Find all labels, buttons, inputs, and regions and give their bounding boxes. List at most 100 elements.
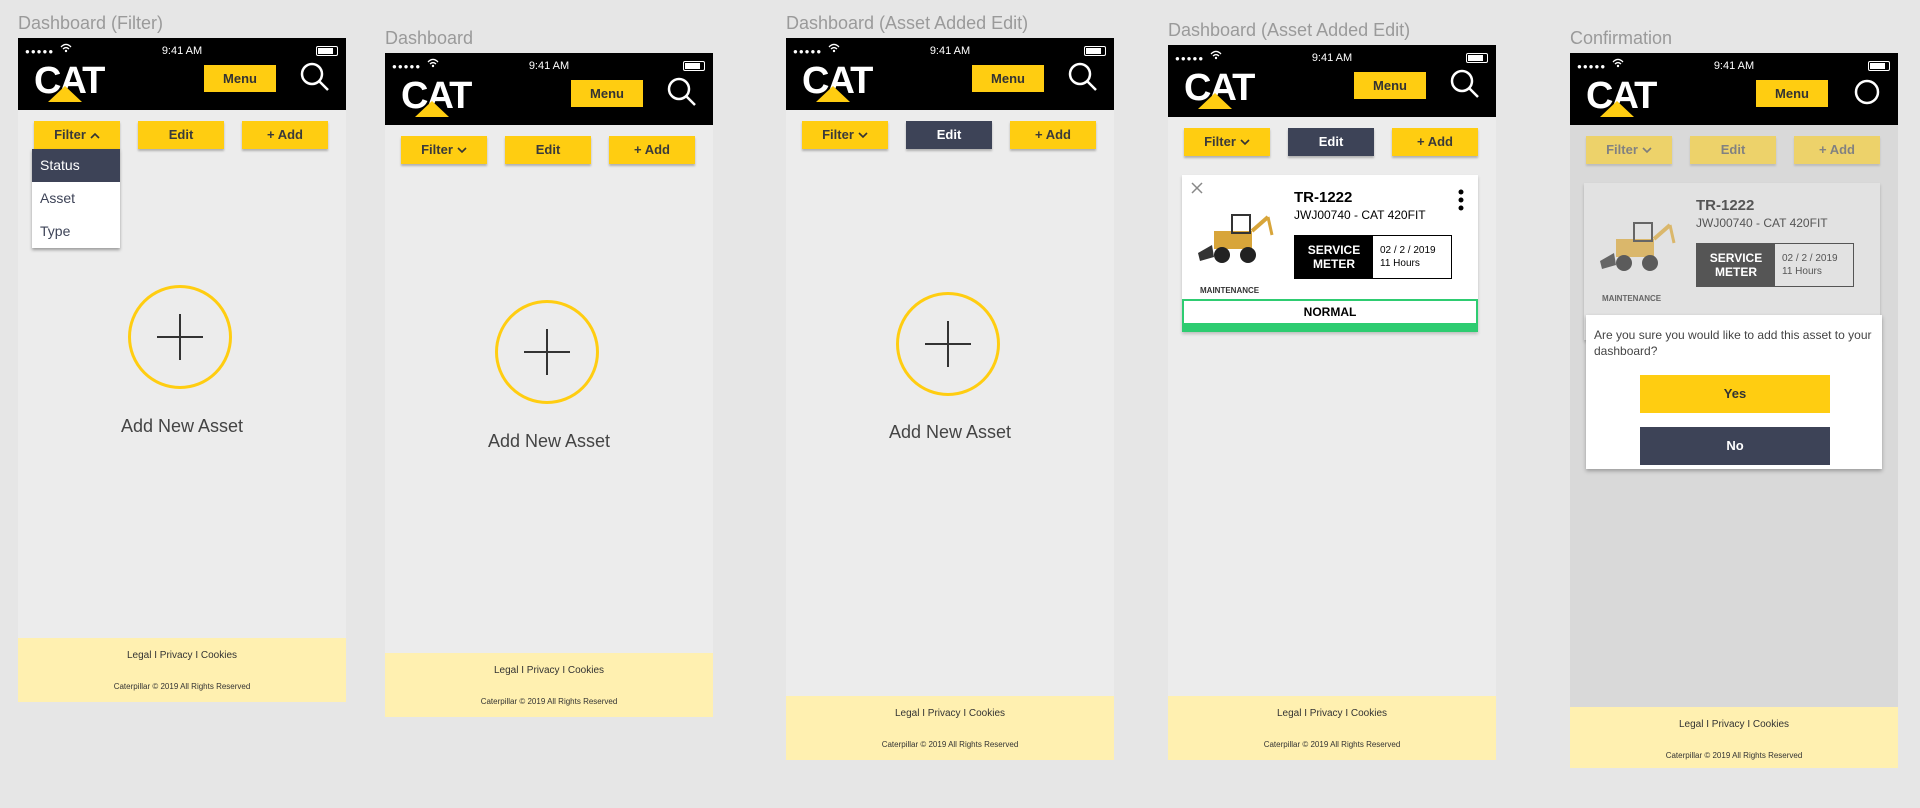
search-icon[interactable] [1450,69,1480,99]
logo-triangle-icon [1198,93,1232,109]
footer-links[interactable]: Legal I Privacy I Cookies [385,665,713,676]
cat-logo[interactable]: CAT [802,60,873,102]
loading-circle-icon [1854,79,1880,105]
asset-category: MAINTENANCE [1602,294,1662,303]
add-button[interactable]: + Add [1392,128,1478,156]
footer-links[interactable]: Legal I Privacy I Cookies [18,650,346,661]
meter-label-line-2: METER [1313,257,1355,271]
more-options-icon[interactable] [1458,189,1464,211]
footer-copyright: Caterpillar © 2019 All Rights Reserved [881,740,1019,749]
add-button[interactable]: + Add [1010,121,1096,149]
filter-button: Filter [1586,136,1672,164]
footer: Legal I Privacy I Cookies Caterpillar © … [1570,707,1898,768]
status-time: 9:41 AM [929,45,971,57]
filter-button[interactable]: Filter [802,121,888,149]
asset-id: TR-1222 [1696,197,1755,214]
status-time: 9:41 AM [528,60,570,72]
edit-button[interactable]: Edit [138,121,224,149]
battery-icon [1868,61,1890,71]
meter-hours: 11 Hours [1380,258,1420,269]
filter-option-status[interactable]: Status [32,149,120,182]
add-button: + Add [1794,136,1880,164]
cat-logo[interactable]: CAT [1184,67,1255,109]
plus-icon [925,321,971,367]
meter-date: 02 / 2 / 2019 [1782,253,1838,264]
search-icon[interactable] [667,77,697,107]
footer-copyright: Caterpillar © 2019 All Rights Reserved [480,697,618,706]
menu-button[interactable]: Menu [571,80,643,107]
confirmation-question: Are you sure you would like to add this … [1594,328,1872,358]
status-time: 9:41 AM [161,45,203,57]
edit-button[interactable]: Edit [505,136,591,164]
filter-button[interactable]: Filter [1184,128,1270,156]
footer-copyright: Caterpillar © 2019 All Rights Reserved [1665,751,1803,760]
asset-card[interactable]: MAINTENANCE TR-1222 JWJ00740 - CAT 420FI… [1182,175,1478,332]
search-icon[interactable] [300,62,330,92]
edit-button[interactable]: Edit [1288,128,1374,156]
filter-label: Filter [1606,142,1638,157]
chevron-down-icon [1642,147,1652,154]
battery-icon [1466,53,1488,63]
filter-button[interactable]: Filter [34,121,120,149]
yes-button[interactable]: Yes [1640,375,1830,413]
footer: Legal I Privacy I Cookies Caterpillar © … [1168,696,1496,760]
artboard-title-4: Dashboard (Asset Added Edit) [1168,20,1411,40]
add-button[interactable]: + Add [242,121,328,149]
asset-model: JWJ00740 - CAT 420FIT [1696,216,1828,230]
cat-logo[interactable]: CAT [34,60,105,102]
menu-button[interactable]: Menu [1756,80,1828,107]
backhoe-loader-icon [1600,222,1676,271]
add-asset-circle-button[interactable] [896,292,1000,396]
footer-links[interactable]: Legal I Privacy I Cookies [1570,719,1898,730]
add-asset-circle-button[interactable] [495,300,599,404]
footer-links[interactable]: Legal I Privacy I Cookies [786,708,1114,719]
filter-option-asset[interactable]: Asset [32,182,120,215]
phone-dashboard-filter: ●●●●● 9:41 AM CAT Menu Filter Edit + Add… [18,38,346,702]
close-icon[interactable] [1190,181,1204,195]
asset-status-badge: NORMAL [1182,299,1478,325]
artboard-title-2: Dashboard [385,28,474,48]
footer-copyright: Caterpillar © 2019 All Rights Reserved [1263,740,1401,749]
footer: Legal I Privacy I Cookies Caterpillar © … [385,653,713,717]
footer-links[interactable]: Legal I Privacy I Cookies [1168,708,1496,719]
app-header: ●●●●● 9:41 AM CAT Menu [385,53,713,125]
filter-button[interactable]: Filter [401,136,487,164]
add-new-asset-label[interactable]: Add New Asset [385,431,713,452]
logo-triangle-icon [1600,101,1634,117]
meter-label-line-2: METER [1715,265,1757,279]
plus-icon [157,314,203,360]
artboard-title-5: Confirmation [1570,28,1673,48]
battery-icon [316,46,338,56]
filter-label: Filter [421,142,453,157]
battery-icon [683,61,705,71]
add-new-asset-label[interactable]: Add New Asset [786,422,1114,443]
status-time: 9:41 AM [1311,52,1353,64]
cat-logo[interactable]: CAT [401,75,472,117]
asset-category: MAINTENANCE [1200,286,1260,295]
logo-triangle-icon [48,86,82,102]
add-asset-circle-button[interactable] [128,285,232,389]
no-button[interactable]: No [1640,427,1830,465]
asset-model: JWJ00740 - CAT 420FIT [1294,208,1426,222]
phone-dashboard-edit: ●●●●● 9:41 AM CAT Menu Filter Edit + Add… [786,38,1114,760]
search-icon[interactable] [1068,62,1098,92]
menu-button[interactable]: Menu [204,65,276,92]
logo-triangle-icon [415,101,449,117]
add-new-asset-label[interactable]: Add New Asset [18,416,346,437]
phone-dashboard: ●●●●● 9:41 AM CAT Menu Filter Edit + Add… [385,53,713,717]
menu-button[interactable]: Menu [1354,72,1426,99]
footer: Legal I Privacy I Cookies Caterpillar © … [18,638,346,702]
app-header: ●●●●● 9:41 AM CAT Menu [18,38,346,110]
filter-option-type[interactable]: Type [32,215,120,248]
service-meter-label: SERVICE METER [1295,236,1373,278]
edit-button[interactable]: Edit [906,121,992,149]
meter-label-line-1: SERVICE [1307,243,1361,257]
chevron-down-icon [457,147,467,154]
service-meter-label: SERVICE METER [1697,244,1775,286]
cat-logo[interactable]: CAT [1586,75,1657,117]
phone-dashboard-asset: ●●●●● 9:41 AM CAT Menu Filter Edit + Add… [1168,45,1496,760]
filter-label: Filter [822,127,854,142]
app-header: ●●●●● 9:41 AM CAT Menu [1570,53,1898,125]
add-button[interactable]: + Add [609,136,695,164]
menu-button[interactable]: Menu [972,65,1044,92]
